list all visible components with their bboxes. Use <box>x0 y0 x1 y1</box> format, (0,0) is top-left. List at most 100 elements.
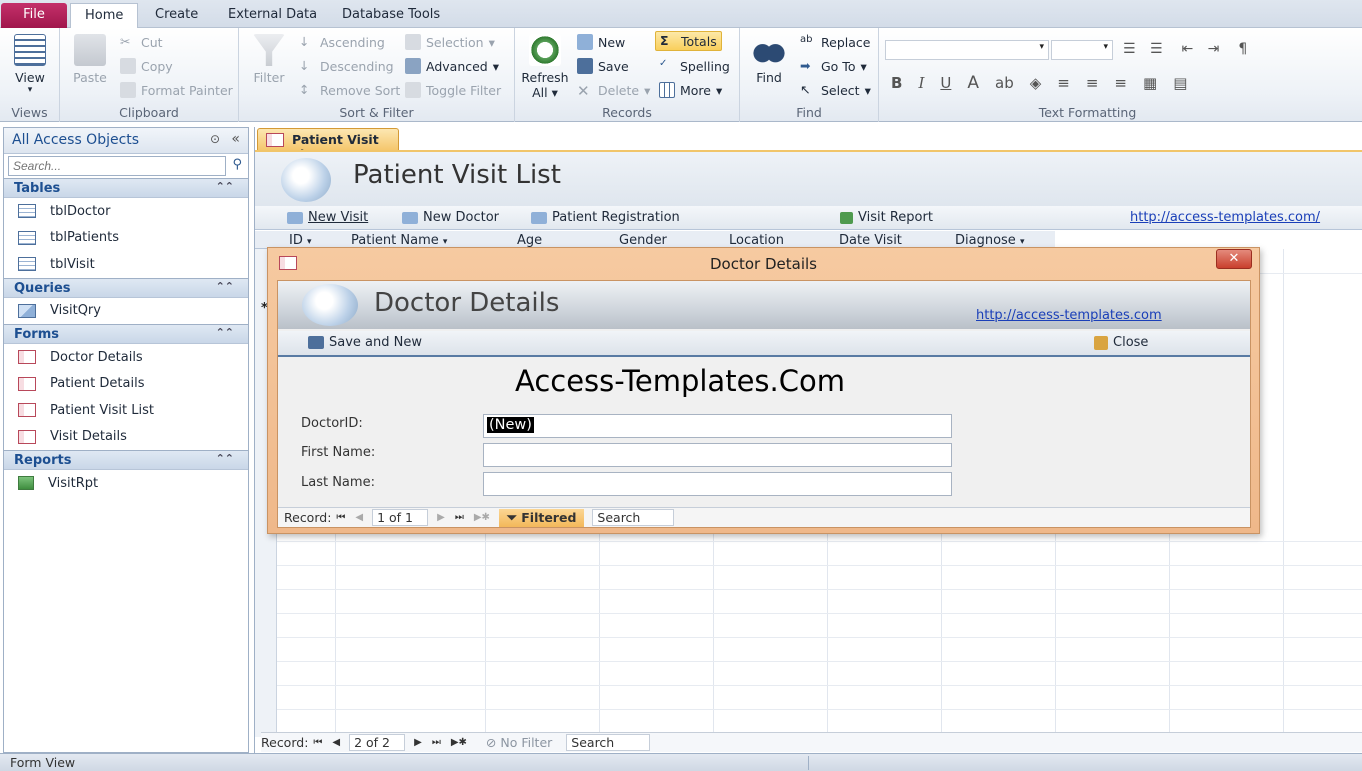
decrease-indent-icon[interactable]: ⇤ <box>1181 41 1193 57</box>
font-name-select[interactable]: ▾ <box>885 40 1049 60</box>
nav-section-forms[interactable]: Forms ⌃⌃ <box>4 324 248 344</box>
gridlines-icon[interactable]: ▦ <box>1143 74 1157 92</box>
collapse-section-icon[interactable]: ⌃⌃ <box>216 452 234 465</box>
main-search-input[interactable]: Search <box>566 734 651 751</box>
last-record-icon[interactable]: ⏭ <box>432 737 441 748</box>
dialog-close-button[interactable]: ✕ <box>1216 249 1252 269</box>
doctor-id-field[interactable]: (New) <box>483 414 952 438</box>
nav-item-visit-details[interactable]: Visit Details <box>4 424 248 451</box>
select-button[interactable]: ↖ Select ▾ <box>800 82 871 98</box>
remove-sort-button[interactable]: ↕ Remove Sort <box>299 82 400 98</box>
font-size-select[interactable]: ▾ <box>1051 40 1113 60</box>
nav-collapse-icon[interactable]: « <box>231 131 240 147</box>
first-record-icon[interactable]: ⏮ <box>336 512 345 523</box>
column-header-date-visit[interactable]: Date Visit <box>839 233 902 248</box>
selection-button[interactable]: Selection ▾ <box>405 34 495 50</box>
column-header-diagnose[interactable]: Diagnose ▾ <box>955 233 1024 248</box>
bullets-icon[interactable]: ☰ <box>1123 41 1136 57</box>
prev-record-icon[interactable]: ◀ <box>332 737 340 748</box>
paragraph-icon[interactable]: ¶ <box>1238 41 1247 57</box>
align-center-icon[interactable]: ≡ <box>1086 74 1099 92</box>
bold-button[interactable]: B <box>891 74 902 92</box>
first-record-icon[interactable]: ⏮ <box>313 737 322 748</box>
ascending-button[interactable]: ↓ Ascending <box>299 34 385 50</box>
tab-file[interactable]: File <box>1 3 67 28</box>
nav-item-visitqry[interactable]: VisitQry <box>4 298 248 325</box>
nav-item-doctor-details[interactable]: Doctor Details <box>4 344 248 371</box>
new-record-button[interactable]: New <box>577 34 625 50</box>
tab-create[interactable]: Create <box>141 3 212 28</box>
collapse-section-icon[interactable]: ⌃⌃ <box>216 180 234 193</box>
nav-search-input[interactable] <box>8 156 226 176</box>
underline-button[interactable]: U <box>940 74 951 92</box>
advanced-button[interactable]: Advanced ▾ <box>405 58 499 74</box>
spelling-button[interactable]: ✓ Spelling <box>659 58 730 74</box>
filtered-button[interactable]: ⏷ Filtered <box>498 508 585 527</box>
paste-button[interactable]: Paste <box>68 34 112 85</box>
delete-record-button[interactable]: ✕ Delete ▾ <box>577 82 650 100</box>
collapse-section-icon[interactable]: ⌃⌃ <box>216 326 234 339</box>
nav-header[interactable]: All Access Objects ⊙ « <box>4 128 248 154</box>
alternate-row-color-icon[interactable]: ▤ <box>1173 74 1187 92</box>
replace-button[interactable]: ab Replace <box>800 34 870 50</box>
align-right-icon[interactable]: ≡ <box>1114 74 1127 92</box>
nav-section-tables[interactable]: Tables ⌃⌃ <box>4 178 248 198</box>
copy-button[interactable]: Copy <box>120 58 173 74</box>
column-header-age[interactable]: Age <box>517 233 542 248</box>
view-button[interactable]: View ▾ <box>8 34 52 95</box>
patient-registration-button[interactable]: Patient Registration <box>531 210 680 225</box>
list-buttons[interactable]: ☰ ☰ ⇤ ⇥ ¶ <box>1123 41 1247 57</box>
next-record-icon[interactable]: ▶ <box>437 512 445 523</box>
go-to-button[interactable]: ➡ Go To ▾ <box>800 58 867 74</box>
nav-item-patient-details[interactable]: Patient Details <box>4 371 248 398</box>
column-header-id[interactable]: ID ▾ <box>289 233 312 248</box>
filter-button[interactable]: Filter <box>247 34 291 85</box>
search-icon[interactable]: ⚲ <box>232 157 242 172</box>
align-left-icon[interactable]: ≡ <box>1057 74 1070 92</box>
last-name-field[interactable] <box>483 472 952 496</box>
new-visit-button[interactable]: New Visit <box>287 210 368 225</box>
column-header-gender[interactable]: Gender <box>619 233 667 248</box>
highlight-icon[interactable]: ab <box>995 74 1014 92</box>
font-color-button[interactable]: A <box>967 73 979 93</box>
totals-button[interactable]: Σ Totals <box>655 31 722 51</box>
access-templates-link[interactable]: http://access-templates.com/ <box>1130 210 1320 225</box>
more-button[interactable]: More ▾ <box>659 82 722 98</box>
nav-section-reports[interactable]: Reports ⌃⌃ <box>4 450 248 470</box>
next-record-icon[interactable]: ▶ <box>414 737 422 748</box>
record-position-input[interactable]: 2 of 2 <box>349 734 406 751</box>
nav-item-tblvisit[interactable]: tblVisit <box>4 251 248 278</box>
cut-button[interactable]: ✂ Cut <box>120 34 163 50</box>
fill-color-icon[interactable]: ◈ <box>1030 74 1042 92</box>
new-record-nav-icon[interactable]: ▶✱ <box>451 737 467 748</box>
nav-item-tbldoctor[interactable]: tblDoctor <box>4 198 248 225</box>
visit-report-button[interactable]: Visit Report <box>840 210 933 225</box>
nav-item-visitrpt[interactable]: VisitRpt <box>4 470 248 497</box>
save-and-new-button[interactable]: Save and New <box>308 335 422 350</box>
last-record-icon[interactable]: ⏭ <box>455 512 464 523</box>
dialog-search-input[interactable]: Search <box>592 509 675 526</box>
tab-home[interactable]: Home <box>70 3 139 29</box>
nav-item-patient-visit-list[interactable]: Patient Visit List <box>4 397 248 424</box>
dialog-access-templates-link[interactable]: http://access-templates.com <box>976 308 1162 323</box>
dialog-record-position-input[interactable]: 1 of 1 <box>372 509 429 526</box>
new-record-nav-icon[interactable]: ▶✱ <box>474 512 490 523</box>
italic-button[interactable]: I <box>918 74 924 92</box>
refresh-all-button[interactable]: Refresh All ▾ <box>521 34 569 100</box>
increase-indent-icon[interactable]: ⇥ <box>1208 41 1220 57</box>
tab-database-tools[interactable]: Database Tools <box>328 3 454 28</box>
column-header-location[interactable]: Location <box>729 233 784 248</box>
find-button[interactable]: Find <box>746 34 792 85</box>
collapse-section-icon[interactable]: ⌃⌃ <box>216 280 234 293</box>
close-button[interactable]: Close <box>1094 335 1148 350</box>
nav-dropdown-icon[interactable]: ⊙ <box>210 132 220 146</box>
nav-section-queries[interactable]: Queries ⌃⌃ <box>4 277 248 298</box>
column-header-patient-name[interactable]: Patient Name ▾ <box>351 233 447 248</box>
no-filter-button[interactable]: ⊘ No Filter <box>486 735 552 750</box>
first-name-field[interactable] <box>483 443 952 467</box>
tab-external-data[interactable]: External Data <box>214 3 331 28</box>
doc-tab-patient-visit-list[interactable]: Patient Visit List <box>257 128 399 162</box>
numbering-icon[interactable]: ☰ <box>1150 41 1163 57</box>
format-painter-button[interactable]: Format Painter <box>120 82 233 98</box>
new-doctor-button[interactable]: New Doctor <box>402 210 499 225</box>
